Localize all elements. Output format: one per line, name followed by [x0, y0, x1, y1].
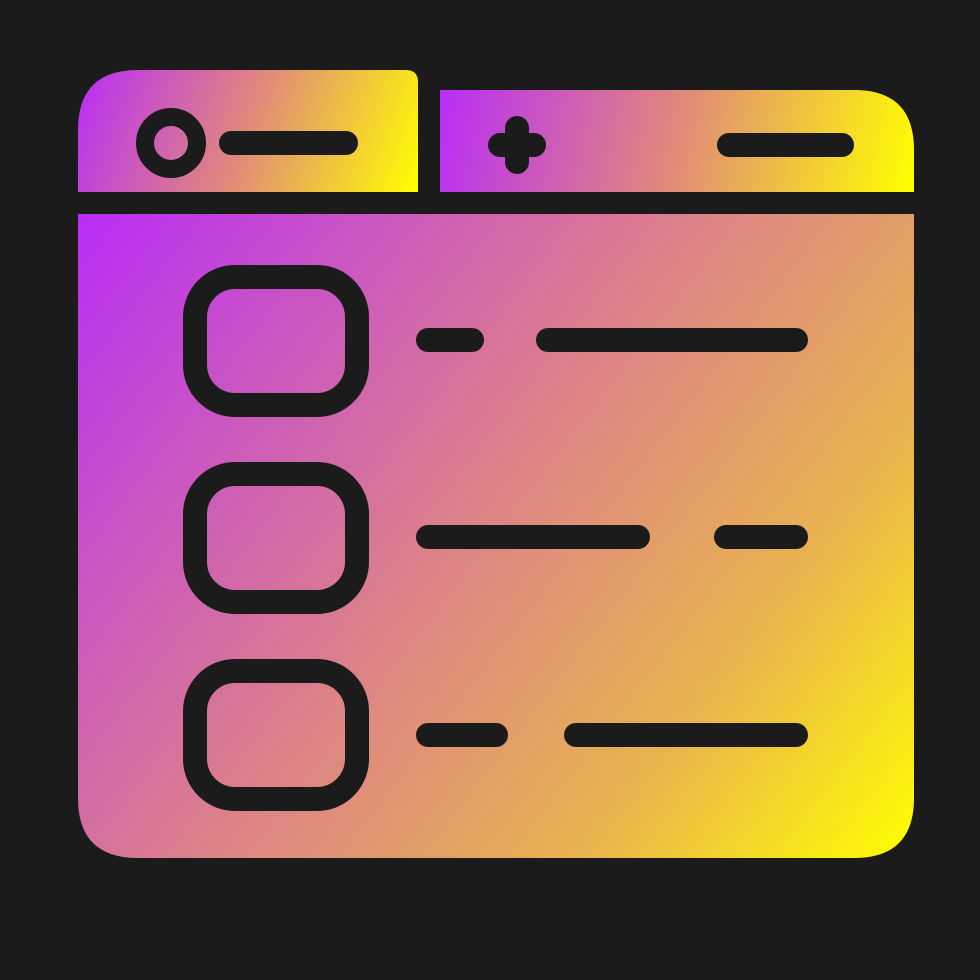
new-tab	[440, 90, 914, 192]
active-tab	[78, 70, 418, 192]
icon-stage	[0, 0, 980, 980]
plus-icon	[488, 116, 546, 174]
window-body	[78, 214, 914, 858]
browser-window-checklist-icon	[78, 70, 914, 858]
